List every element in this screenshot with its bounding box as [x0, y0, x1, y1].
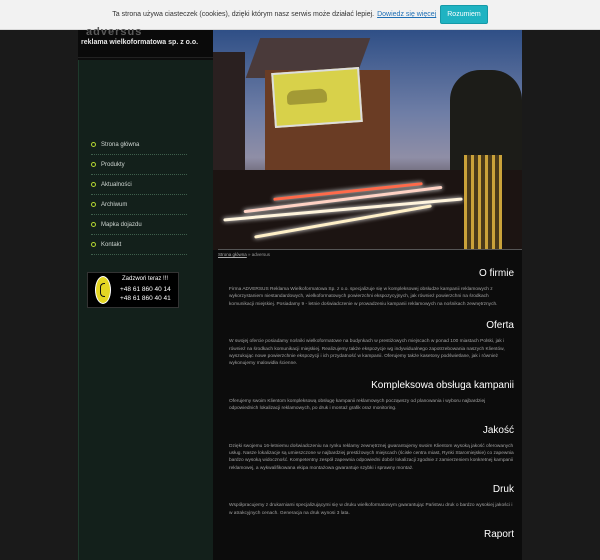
section-title: Druk [492, 484, 514, 496]
section-title: O firmie [479, 268, 514, 279]
menu-item-archive[interactable]: Archiwum [91, 195, 187, 215]
building-left [213, 52, 245, 172]
bullet-icon [91, 242, 96, 247]
main-content: O firmie Firma ADVERSUS Reklama Wielkofo… [228, 268, 514, 547]
menu-panel: Strona główna Produkty Aktualności Archi… [78, 60, 213, 560]
phone-number-2: +48 61 860 40 41 [120, 295, 171, 302]
fence [464, 155, 502, 250]
bullet-icon [91, 182, 96, 187]
main-menu: Strona główna Produkty Aktualności Archi… [91, 135, 187, 255]
bullet-icon [91, 142, 96, 147]
section-title: Kompleksowa obsługa kampanii [371, 379, 514, 391]
menu-item-label: Aktualności [101, 181, 132, 188]
cookie-more-link[interactable]: Dowiedz się więcej [377, 11, 436, 18]
section-body: Dzięki swojemu 16-letniemu doświadczeniu… [229, 443, 514, 471]
call-now-banner[interactable]: Zadzwoń teraz !!! +48 61 860 40 14 +48 6… [87, 272, 179, 308]
menu-item-home[interactable]: Strona główna [91, 135, 187, 155]
bullet-icon [91, 222, 96, 227]
breadcrumb: Strona główna » adversus [218, 249, 522, 259]
section-body: Firma ADVERSUS Reklama Wielkoformatowa S… [229, 287, 498, 307]
menu-item-directions[interactable]: Mapka dojazdu [91, 215, 187, 235]
logo-top: adversus [86, 27, 143, 35]
phone-handset-icon [100, 283, 105, 297]
logo[interactable]: adversus reklama wielkoformatowa sp. z o… [78, 27, 213, 58]
menu-item-label: Archiwum [101, 201, 128, 208]
menu-item-contact[interactable]: Kontakt [91, 235, 187, 255]
menu-item-label: Mapka dojazdu [101, 221, 142, 228]
menu-item-label: Strona główna [101, 141, 140, 148]
billboard [271, 66, 363, 129]
cookie-bar: Ta strona używa ciasteczek (cookies), dz… [0, 0, 600, 30]
menu-item-products[interactable]: Produkty [91, 155, 187, 175]
page-container: adversus reklama wielkoformatowa sp. z o… [78, 27, 522, 560]
sidebar: adversus reklama wielkoformatowa sp. z o… [78, 27, 213, 560]
breadcrumb-current: adversus [251, 252, 271, 257]
section-body: W swojej ofercie posiadamy nośniki wielk… [229, 339, 505, 367]
phone-number-1: +48 61 860 40 14 [120, 286, 171, 293]
section-body: Oferujemy swoim Klientom kompleksową obs… [229, 398, 486, 412]
bullet-icon [91, 202, 96, 207]
section-title: Oferta [486, 320, 514, 332]
section-title: Jakość [482, 424, 514, 436]
call-title: Zadzwoń teraz !!! [122, 276, 169, 282]
menu-item-news[interactable]: Aktualności [91, 175, 187, 195]
logo-text: reklama wielkoformatowa sp. z o.o. [81, 39, 199, 46]
hero-image [213, 30, 522, 250]
menu-item-label: Produkty [101, 161, 125, 168]
cookie-accept-button[interactable]: Rozumiem [440, 5, 488, 24]
cookie-text: Ta strona używa ciasteczek (cookies), dz… [112, 11, 375, 18]
breadcrumb-home-link[interactable]: Strona główna [218, 252, 247, 257]
bullet-icon [91, 162, 96, 167]
billboard-car [286, 88, 328, 106]
section-title: Raport [483, 529, 514, 541]
phone-icon [95, 276, 111, 304]
menu-item-label: Kontakt [101, 241, 122, 248]
section-body: Współpracujemy z drukarniami specjalizuj… [229, 503, 513, 516]
